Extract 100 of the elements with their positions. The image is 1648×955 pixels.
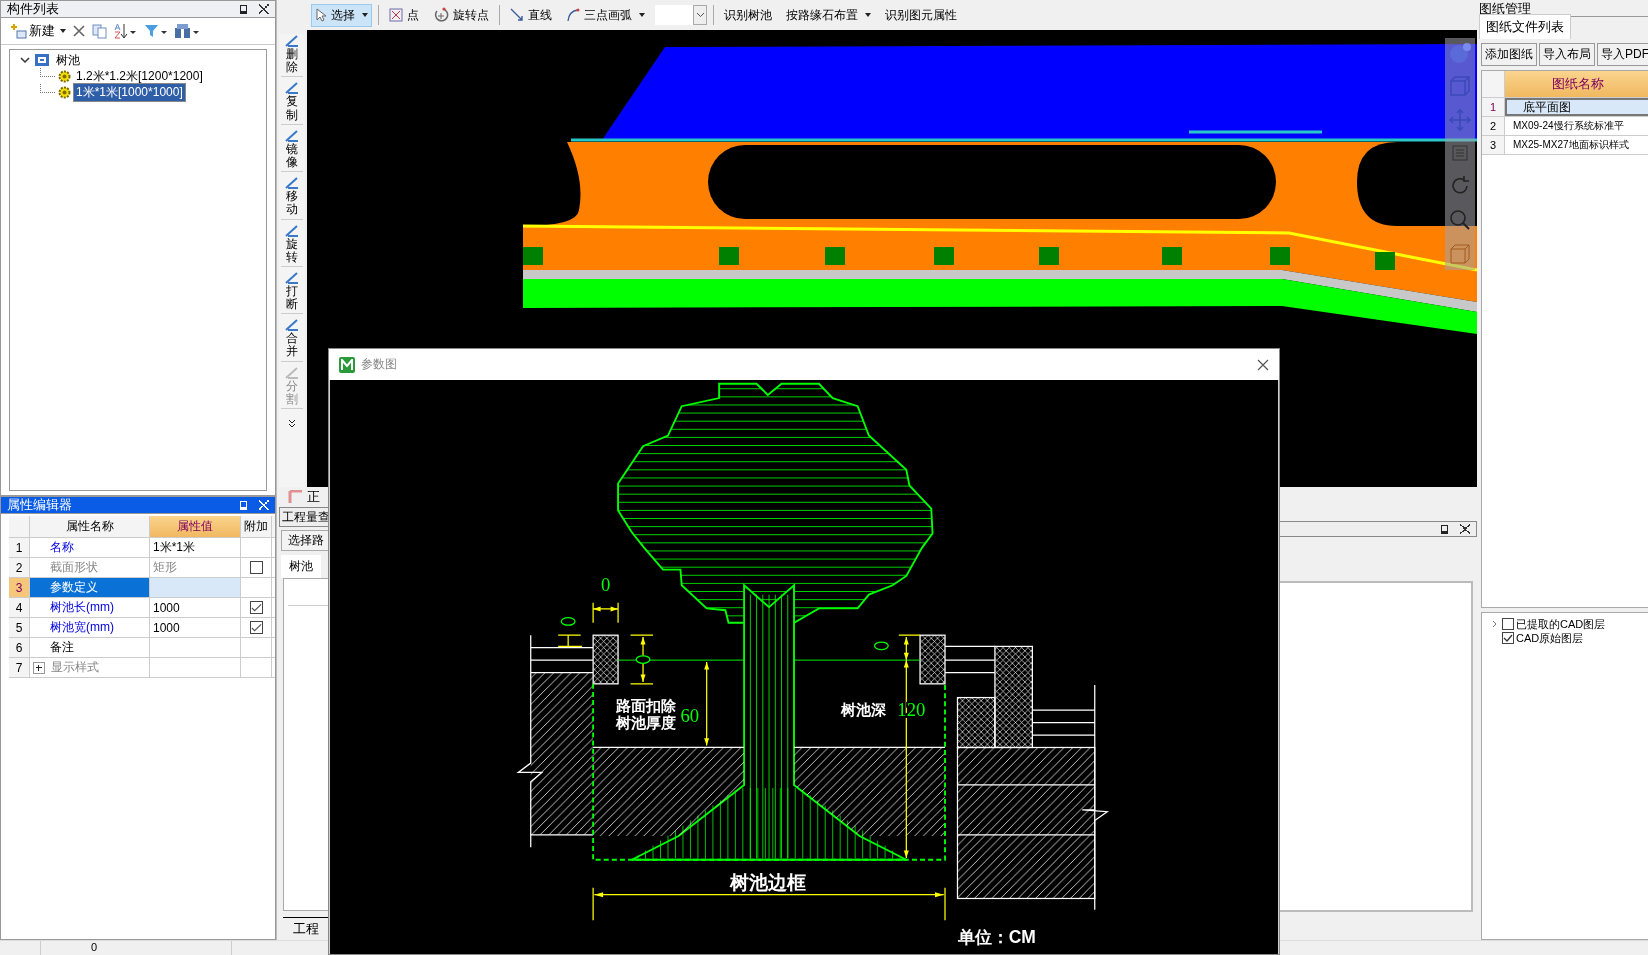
toolbar-button[interactable]: 识别图元属性 (881, 3, 961, 27)
drawing-name: 底平面图 (1522, 98, 1571, 116)
tab[interactable]: 图纸文件列表 (1479, 14, 1571, 39)
select-button[interactable]: 选择路 (281, 530, 331, 551)
row-number: 5 (9, 618, 30, 637)
edit-tool-button[interactable]: 合并 (281, 318, 303, 362)
edit-tool-button[interactable]: 打断 (281, 270, 303, 315)
new-button[interactable]: 新建 (11, 22, 66, 40)
column-header: 附加 (241, 516, 272, 537)
edit-tool-button[interactable]: 复制 (281, 81, 303, 125)
close-icon[interactable] (1460, 524, 1470, 534)
dimension-value: 60 (680, 704, 700, 726)
close-icon[interactable] (1257, 358, 1269, 371)
rotate-icon (433, 7, 449, 23)
pin-icon[interactable] (1441, 524, 1448, 534)
new-item-icon (11, 23, 27, 39)
drawing-row[interactable]: 3 MX25-MX27地面标识样式 (1482, 136, 1648, 155)
pin-icon[interactable] (240, 4, 247, 14)
row-number: 7 (9, 658, 30, 677)
property-row[interactable]: 5 树池宽(mm) 1000 (9, 618, 275, 638)
toolbar-button[interactable]: 添加图纸 (1481, 43, 1537, 66)
row-number: 2 (9, 558, 30, 577)
line-icon (510, 8, 524, 22)
line-icon (284, 176, 300, 191)
line-icon (284, 318, 300, 333)
status-value: 0 (41, 941, 232, 955)
dimension-line (557, 617, 583, 648)
toolbar-button[interactable]: 点 (385, 3, 423, 27)
drawing-name: MX25-MX27地面标识样式 (1513, 138, 1629, 152)
toolbar-button[interactable]: 导入PDF (1597, 43, 1648, 66)
checkbox[interactable] (1502, 632, 1514, 644)
box-view-icon[interactable] (1448, 242, 1472, 266)
panel-title: 图纸管理 (1479, 1, 1531, 16)
tab[interactable]: 树池 (281, 555, 321, 578)
property-row[interactable]: 3 参数定义 (9, 578, 275, 598)
toolbar-button[interactable]: 旋转点 (429, 3, 493, 27)
toolbar-button[interactable]: 选择 (311, 3, 372, 27)
checkbox[interactable] (249, 601, 263, 614)
dialog-title: 参数图 (361, 356, 398, 373)
row-number: 6 (9, 638, 30, 657)
checkbox[interactable] (1502, 618, 1514, 630)
drawing-name: MX09-24慢行系统标准平 (1513, 119, 1624, 133)
toolbar-button[interactable]: 识别树池 (720, 3, 776, 27)
property-row[interactable]: 4 树池长(mm) 1000 (9, 598, 275, 618)
point-icon (389, 8, 403, 22)
dropdown-field[interactable] (655, 5, 707, 25)
property-row[interactable]: 6 备注 (9, 638, 275, 658)
edit-tool-button[interactable]: 移动 (281, 176, 303, 220)
close-icon[interactable] (259, 4, 269, 14)
row-number: 1 (1482, 98, 1505, 116)
tree-item[interactable]: 1.2米*1.2米[1200*1200] (74, 67, 205, 85)
dimension-label: 路面扣除 树池厚度 (615, 696, 676, 732)
gear-icon (58, 69, 71, 83)
close-icon[interactable] (259, 500, 269, 510)
property-value[interactable]: 1米*1米 (153, 539, 196, 556)
zoom-icon[interactable] (1448, 208, 1472, 232)
ortho-toggle[interactable]: 正 (307, 488, 320, 506)
dimension-value: 0 (600, 574, 611, 596)
toolbar-button[interactable]: 按路缘石布置 (782, 3, 875, 27)
caret-icon[interactable] (695, 12, 705, 18)
edit-tool-button[interactable]: 删除 (281, 34, 303, 78)
gear-icon (58, 85, 71, 99)
property-name: 截面形状 (50, 559, 98, 576)
dimension-label: 树池深 (841, 701, 887, 719)
sort-icon[interactable] (114, 23, 138, 39)
toolbar-button[interactable]: 直线 (506, 3, 556, 27)
tree-item[interactable]: 1米*1米[1000*1000] (74, 83, 185, 101)
dimension-label: 树池边框 (729, 872, 806, 894)
panel-title: 工程量查 (282, 508, 330, 526)
row-number: 4 (9, 598, 30, 617)
toolbar-button[interactable]: 导入布局 (1539, 43, 1595, 66)
panel-title: 构件列表 (7, 0, 60, 18)
line-icon (284, 223, 300, 238)
drawing-row[interactable]: 2 MX09-24慢行系统标准平 (1482, 117, 1648, 136)
row-number: 3 (1482, 136, 1505, 154)
dimension-line (629, 634, 654, 685)
panel-title: 属性编辑器 (7, 496, 73, 514)
line-icon (284, 34, 300, 48)
unit-label: 单位：CM (957, 926, 1036, 947)
binoculars-icon[interactable] (174, 23, 200, 39)
column-header: 图纸名称 (1505, 71, 1648, 97)
layer-label: 已提取的CAD图层 (1516, 616, 1606, 632)
property-name: 显示样式 (51, 659, 99, 676)
column-header: 属性值 (150, 516, 241, 537)
tab[interactable]: 工程 (293, 920, 319, 938)
property-value[interactable]: 1000 (153, 620, 180, 635)
property-name: 参数定义 (50, 579, 98, 596)
more-chevron-icon[interactable] (288, 419, 296, 429)
edit-tool-button[interactable]: 镜像 (281, 128, 303, 173)
toolbar-button[interactable]: 三点画弧 (562, 3, 649, 27)
edit-tool-button[interactable]: 旋转 (281, 223, 303, 267)
line-icon (284, 270, 300, 285)
filter-icon[interactable] (144, 23, 168, 39)
property-row[interactable]: 1 名称 1米*1米 (9, 538, 275, 558)
property-value[interactable]: 1000 (153, 600, 180, 615)
property-name: 备注 (50, 639, 74, 656)
checkbox[interactable] (249, 621, 263, 634)
line-icon (284, 128, 300, 143)
delete-icon[interactable] (72, 24, 86, 38)
tree-item[interactable]: 树池 (54, 51, 82, 69)
